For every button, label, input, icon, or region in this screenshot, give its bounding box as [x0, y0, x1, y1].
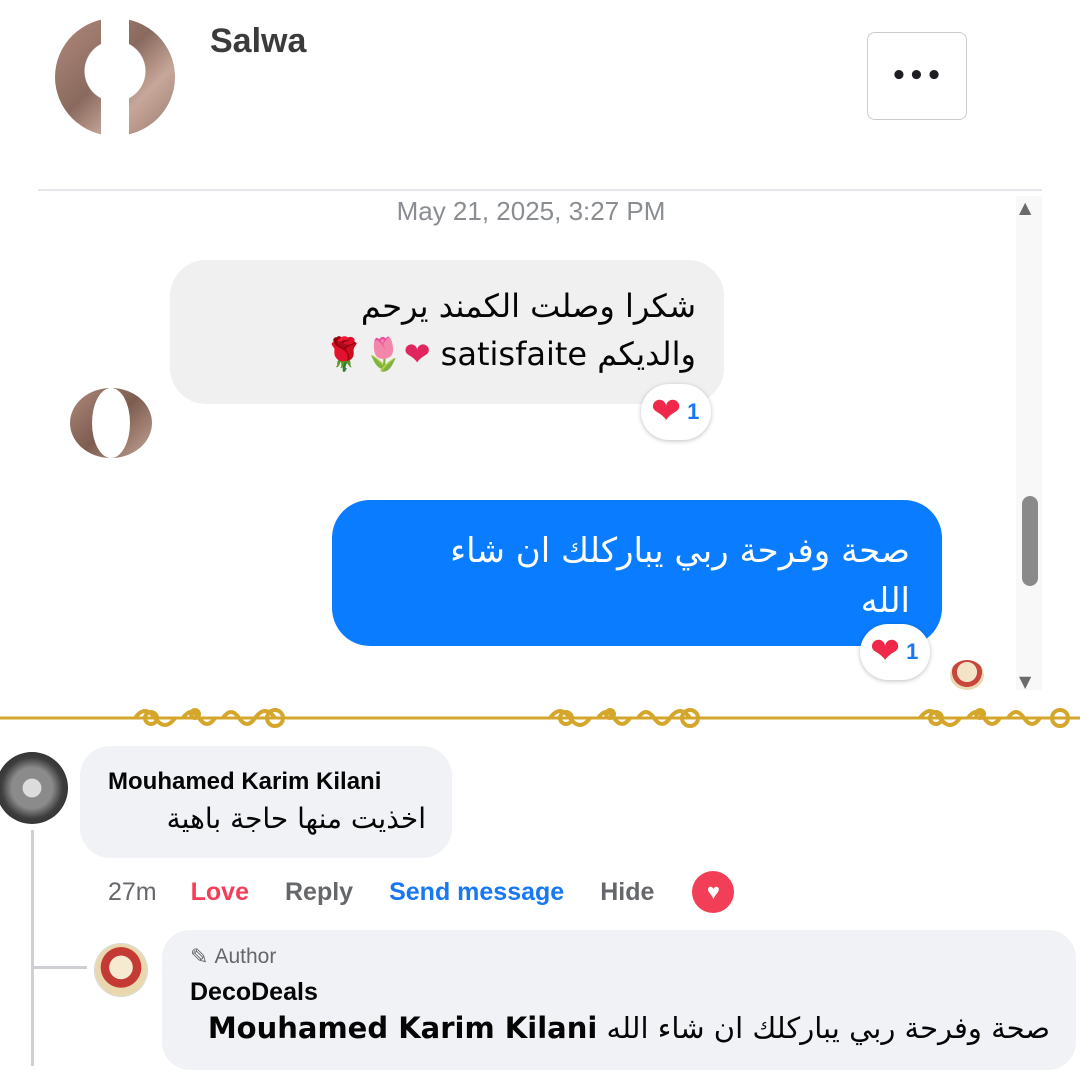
- reply-mention[interactable]: Mouhamed Karim Kilani: [208, 1011, 598, 1045]
- contact-name[interactable]: Salwa: [210, 22, 306, 61]
- incoming-message-line1: شكرا وصلت الكمند يرحم: [360, 287, 696, 325]
- pen-icon: ✎: [190, 944, 209, 969]
- send-message-button[interactable]: Send message: [389, 878, 564, 907]
- reply-text: صحة وفرحة ربي يباركلك ان شاء الله Mouham…: [190, 1011, 1050, 1045]
- outgoing-message[interactable]: صحة وفرحة ربي يباركلك ان شاء الله: [332, 500, 942, 646]
- heart-icon: ❤: [870, 631, 901, 672]
- comment-actions: 27m Love Reply Send message Hide ♥: [108, 871, 735, 913]
- hide-button[interactable]: Hide: [600, 878, 654, 907]
- reply-button[interactable]: Reply: [285, 878, 353, 907]
- header-divider: [38, 189, 1042, 191]
- incoming-message[interactable]: شكرا وصلت الكمند يرحم والديكم satisfaite…: [170, 260, 724, 404]
- scrollbar-thumb[interactable]: [1022, 496, 1038, 586]
- page-avatar[interactable]: [95, 944, 147, 996]
- scroll-up-arrow-icon[interactable]: ▲: [1019, 198, 1031, 217]
- contact-avatar[interactable]: [55, 18, 175, 136]
- reply-author[interactable]: DecoDeals: [190, 978, 1050, 1007]
- love-reaction-icon[interactable]: ♥: [692, 871, 735, 913]
- chat-scrollbar[interactable]: [1016, 196, 1042, 690]
- seen-receipt-avatar: [950, 660, 984, 690]
- incoming-reaction[interactable]: ❤ 1: [641, 384, 712, 440]
- reaction-count: 1: [906, 639, 919, 664]
- outgoing-message-line1: صحة وفرحة ربي يباركلك ان شاء: [450, 531, 910, 571]
- reply-message: صحة وفرحة ربي يباركلك ان شاء الله: [606, 1011, 1050, 1045]
- love-button[interactable]: Love: [191, 878, 249, 907]
- reaction-count: 1: [687, 399, 700, 424]
- thread-connector: [31, 966, 87, 969]
- scroll-down-arrow-icon[interactable]: ▼: [1019, 672, 1031, 691]
- heart-icon: ❤: [651, 391, 682, 432]
- commenter-avatar[interactable]: [0, 752, 68, 824]
- comment-time[interactable]: 27m: [108, 878, 157, 907]
- flower-heart-emojis: ❤🌷🌹: [324, 335, 431, 373]
- more-icon: •••: [890, 61, 944, 91]
- outgoing-reaction[interactable]: ❤ 1: [860, 624, 931, 680]
- incoming-message-text: والديكم satisfaite: [440, 335, 696, 373]
- comment-bubble: Mouhamed Karim Kilani اخذيت منها حاجة با…: [80, 746, 452, 858]
- ornament-divider: [0, 708, 1080, 728]
- sender-avatar: [70, 388, 152, 458]
- outgoing-message-line2: الله: [860, 581, 910, 621]
- reply-bubble: ✎ Author DecoDeals صحة وفرحة ربي يباركلك…: [162, 930, 1076, 1070]
- incoming-message-line2: والديكم satisfaite ❤🌷🌹: [198, 330, 696, 378]
- message-timestamp: May 21, 2025, 3:27 PM: [396, 196, 666, 226]
- thread-line: [31, 830, 34, 1066]
- author-badge-label: Author: [214, 945, 277, 968]
- comment-author[interactable]: Mouhamed Karim Kilani: [108, 768, 426, 796]
- author-badge: ✎ Author: [190, 944, 1050, 970]
- comment-text: اخذيت منها حاجة باهية: [166, 802, 426, 835]
- more-options-button[interactable]: •••: [867, 32, 967, 120]
- heart-icon: ♥: [706, 879, 720, 904]
